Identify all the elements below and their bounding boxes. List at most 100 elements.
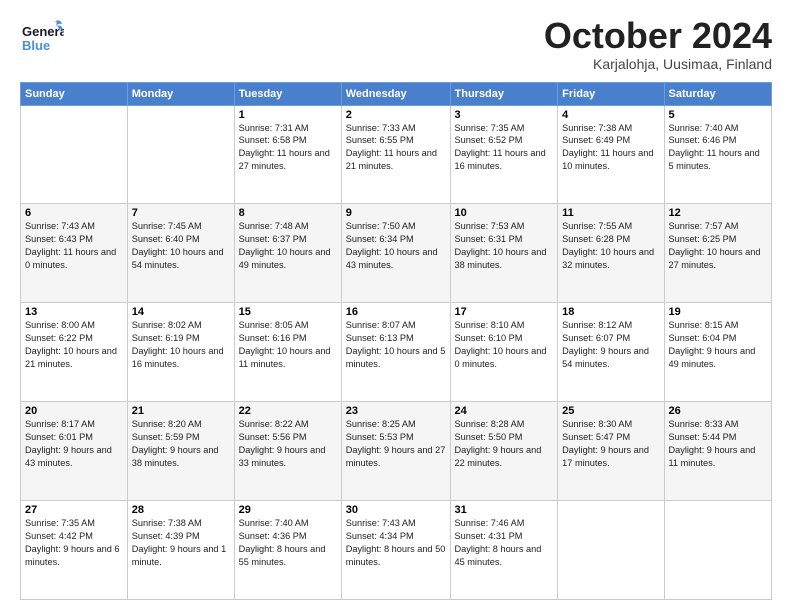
day-info: Sunrise: 8:10 AMSunset: 6:10 PMDaylight:…: [455, 319, 554, 371]
day-number: 23: [346, 405, 446, 417]
day-number: 7: [132, 207, 230, 219]
day-info: Sunrise: 7:48 AMSunset: 6:37 PMDaylight:…: [239, 220, 337, 272]
logo: General Blue: [20, 16, 64, 60]
calendar-day-cell: 26Sunrise: 8:33 AMSunset: 5:44 PMDayligh…: [664, 402, 772, 501]
calendar-day-cell: 24Sunrise: 8:28 AMSunset: 5:50 PMDayligh…: [450, 402, 558, 501]
calendar-day-cell: 5Sunrise: 7:40 AMSunset: 6:46 PMDaylight…: [664, 105, 772, 204]
calendar-day-cell: 30Sunrise: 7:43 AMSunset: 4:34 PMDayligh…: [341, 501, 450, 600]
day-info: Sunrise: 7:53 AMSunset: 6:31 PMDaylight:…: [455, 220, 554, 272]
day-info: Sunrise: 7:31 AMSunset: 6:58 PMDaylight:…: [239, 122, 337, 174]
page: General Blue October 2024 Karjalohja, Uu…: [0, 0, 792, 612]
day-info: Sunrise: 7:46 AMSunset: 4:31 PMDaylight:…: [455, 517, 554, 569]
calendar-table: SundayMondayTuesdayWednesdayThursdayFrid…: [20, 82, 772, 600]
calendar-week-row: 13Sunrise: 8:00 AMSunset: 6:22 PMDayligh…: [21, 303, 772, 402]
day-number: 4: [562, 109, 659, 121]
calendar-day-cell: [127, 105, 234, 204]
day-info: Sunrise: 7:55 AMSunset: 6:28 PMDaylight:…: [562, 220, 659, 272]
day-info: Sunrise: 8:22 AMSunset: 5:56 PMDaylight:…: [239, 418, 337, 470]
day-info: Sunrise: 7:43 AMSunset: 4:34 PMDaylight:…: [346, 517, 446, 569]
day-number: 18: [562, 306, 659, 318]
calendar-header-cell: Wednesday: [341, 82, 450, 105]
calendar-day-cell: 21Sunrise: 8:20 AMSunset: 5:59 PMDayligh…: [127, 402, 234, 501]
calendar-day-cell: 13Sunrise: 8:00 AMSunset: 6:22 PMDayligh…: [21, 303, 128, 402]
day-number: 29: [239, 504, 337, 516]
calendar-day-cell: 23Sunrise: 8:25 AMSunset: 5:53 PMDayligh…: [341, 402, 450, 501]
day-number: 14: [132, 306, 230, 318]
calendar-day-cell: [664, 501, 772, 600]
calendar-day-cell: 19Sunrise: 8:15 AMSunset: 6:04 PMDayligh…: [664, 303, 772, 402]
calendar-header-cell: Sunday: [21, 82, 128, 105]
calendar-week-row: 20Sunrise: 8:17 AMSunset: 6:01 PMDayligh…: [21, 402, 772, 501]
calendar-day-cell: 9Sunrise: 7:50 AMSunset: 6:34 PMDaylight…: [341, 204, 450, 303]
header: General Blue October 2024 Karjalohja, Uu…: [20, 16, 772, 72]
day-number: 10: [455, 207, 554, 219]
calendar-day-cell: 20Sunrise: 8:17 AMSunset: 6:01 PMDayligh…: [21, 402, 128, 501]
calendar-week-row: 27Sunrise: 7:35 AMSunset: 4:42 PMDayligh…: [21, 501, 772, 600]
calendar-day-cell: 2Sunrise: 7:33 AMSunset: 6:55 PMDaylight…: [341, 105, 450, 204]
calendar-body: 1Sunrise: 7:31 AMSunset: 6:58 PMDaylight…: [21, 105, 772, 599]
calendar-day-cell: 27Sunrise: 7:35 AMSunset: 4:42 PMDayligh…: [21, 501, 128, 600]
calendar-day-cell: 11Sunrise: 7:55 AMSunset: 6:28 PMDayligh…: [558, 204, 664, 303]
svg-text:Blue: Blue: [22, 38, 50, 53]
day-number: 11: [562, 207, 659, 219]
title-block: October 2024 Karjalohja, Uusimaa, Finlan…: [544, 16, 772, 72]
calendar-day-cell: 18Sunrise: 8:12 AMSunset: 6:07 PMDayligh…: [558, 303, 664, 402]
calendar-day-cell: [558, 501, 664, 600]
calendar-day-cell: 12Sunrise: 7:57 AMSunset: 6:25 PMDayligh…: [664, 204, 772, 303]
day-info: Sunrise: 8:33 AMSunset: 5:44 PMDaylight:…: [669, 418, 768, 470]
day-number: 24: [455, 405, 554, 417]
calendar-day-cell: 1Sunrise: 7:31 AMSunset: 6:58 PMDaylight…: [234, 105, 341, 204]
calendar-day-cell: 31Sunrise: 7:46 AMSunset: 4:31 PMDayligh…: [450, 501, 558, 600]
calendar-day-cell: 10Sunrise: 7:53 AMSunset: 6:31 PMDayligh…: [450, 204, 558, 303]
day-number: 28: [132, 504, 230, 516]
day-number: 20: [25, 405, 123, 417]
day-number: 6: [25, 207, 123, 219]
day-info: Sunrise: 8:02 AMSunset: 6:19 PMDaylight:…: [132, 319, 230, 371]
day-number: 12: [669, 207, 768, 219]
day-number: 3: [455, 109, 554, 121]
day-number: 2: [346, 109, 446, 121]
day-number: 19: [669, 306, 768, 318]
day-number: 25: [562, 405, 659, 417]
calendar-day-cell: 6Sunrise: 7:43 AMSunset: 6:43 PMDaylight…: [21, 204, 128, 303]
day-number: 17: [455, 306, 554, 318]
day-number: 27: [25, 504, 123, 516]
day-number: 9: [346, 207, 446, 219]
calendar-day-cell: 4Sunrise: 7:38 AMSunset: 6:49 PMDaylight…: [558, 105, 664, 204]
day-info: Sunrise: 7:33 AMSunset: 6:55 PMDaylight:…: [346, 122, 446, 174]
day-info: Sunrise: 8:07 AMSunset: 6:13 PMDaylight:…: [346, 319, 446, 371]
day-number: 8: [239, 207, 337, 219]
day-number: 1: [239, 109, 337, 121]
day-info: Sunrise: 8:17 AMSunset: 6:01 PMDaylight:…: [25, 418, 123, 470]
calendar-header-cell: Thursday: [450, 82, 558, 105]
calendar-day-cell: 28Sunrise: 7:38 AMSunset: 4:39 PMDayligh…: [127, 501, 234, 600]
calendar-day-cell: 22Sunrise: 8:22 AMSunset: 5:56 PMDayligh…: [234, 402, 341, 501]
calendar-header-cell: Monday: [127, 82, 234, 105]
day-info: Sunrise: 7:40 AMSunset: 4:36 PMDaylight:…: [239, 517, 337, 569]
day-number: 26: [669, 405, 768, 417]
day-info: Sunrise: 7:57 AMSunset: 6:25 PMDaylight:…: [669, 220, 768, 272]
day-info: Sunrise: 7:43 AMSunset: 6:43 PMDaylight:…: [25, 220, 123, 272]
day-number: 15: [239, 306, 337, 318]
day-info: Sunrise: 8:12 AMSunset: 6:07 PMDaylight:…: [562, 319, 659, 371]
day-number: 21: [132, 405, 230, 417]
calendar-day-cell: 17Sunrise: 8:10 AMSunset: 6:10 PMDayligh…: [450, 303, 558, 402]
calendar-header-cell: Tuesday: [234, 82, 341, 105]
day-info: Sunrise: 8:05 AMSunset: 6:16 PMDaylight:…: [239, 319, 337, 371]
calendar-day-cell: 14Sunrise: 8:02 AMSunset: 6:19 PMDayligh…: [127, 303, 234, 402]
day-info: Sunrise: 8:20 AMSunset: 5:59 PMDaylight:…: [132, 418, 230, 470]
month-title: October 2024: [544, 16, 772, 56]
calendar-header-cell: Saturday: [664, 82, 772, 105]
day-number: 30: [346, 504, 446, 516]
logo-icon: General Blue: [20, 16, 64, 60]
day-number: 22: [239, 405, 337, 417]
calendar-header-row: SundayMondayTuesdayWednesdayThursdayFrid…: [21, 82, 772, 105]
day-number: 5: [669, 109, 768, 121]
calendar-day-cell: 7Sunrise: 7:45 AMSunset: 6:40 PMDaylight…: [127, 204, 234, 303]
day-info: Sunrise: 8:30 AMSunset: 5:47 PMDaylight:…: [562, 418, 659, 470]
calendar-day-cell: [21, 105, 128, 204]
calendar-day-cell: 15Sunrise: 8:05 AMSunset: 6:16 PMDayligh…: [234, 303, 341, 402]
day-number: 31: [455, 504, 554, 516]
subtitle: Karjalohja, Uusimaa, Finland: [544, 56, 772, 72]
day-info: Sunrise: 7:35 AMSunset: 4:42 PMDaylight:…: [25, 517, 123, 569]
